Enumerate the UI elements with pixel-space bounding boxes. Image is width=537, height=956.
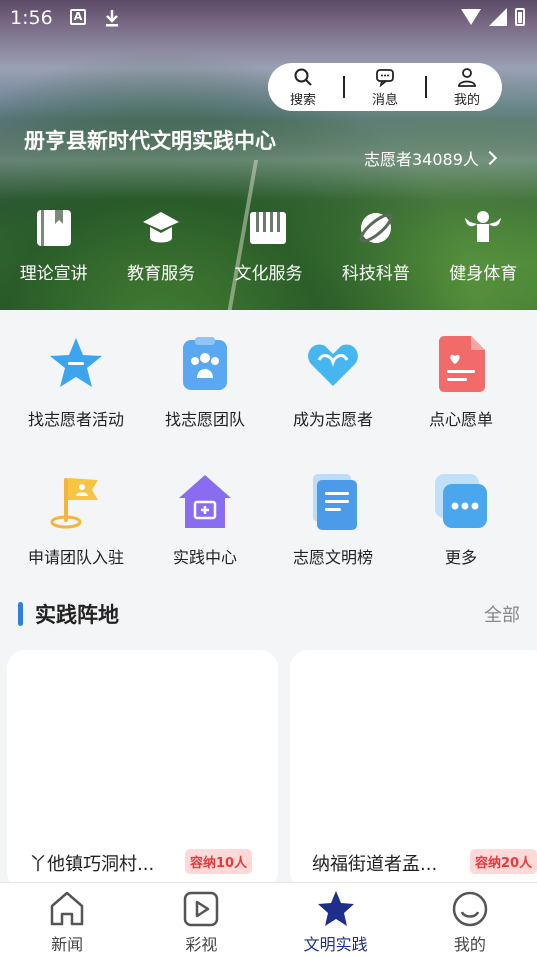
heart-icon — [303, 334, 363, 394]
a-notification-icon: A — [70, 9, 86, 25]
nav-mine[interactable]: 我的 — [403, 883, 537, 956]
category-label: 健身体育 — [449, 264, 518, 284]
top-toolbox: 搜索 消息 我的 — [268, 63, 502, 111]
nav-civilization-practice[interactable]: 文明实践 — [269, 883, 403, 956]
page-title: 册亨县新时代文明实践中心 — [24, 129, 276, 153]
practice-site-card[interactable]: 丫他镇巧洞村... 容纳10人 — [7, 650, 278, 890]
star-icon — [46, 334, 106, 394]
battery-icon — [515, 8, 525, 26]
play-icon — [181, 889, 221, 929]
flag-icon — [46, 472, 106, 532]
planet-icon — [356, 208, 396, 248]
bottom-navigation: 新闻 彩视 文明实践 我的 — [0, 882, 537, 956]
star-icon — [316, 889, 356, 929]
grid-practice-center[interactable]: 实践中心 — [138, 472, 272, 568]
wifi-icon — [461, 9, 481, 25]
grid-label: 找志愿团队 — [164, 410, 245, 429]
grid-more[interactable]: 更多 — [394, 472, 528, 568]
home-icon — [47, 889, 87, 929]
nav-label: 文明实践 — [303, 935, 368, 954]
volunteer-count: 志愿者34089人 — [364, 150, 479, 169]
user-icon — [458, 67, 476, 87]
messages-label: 消息 — [371, 92, 398, 108]
nav-label: 我的 — [453, 935, 486, 954]
capacity-badge: 容纳10人 — [185, 849, 253, 874]
mine-label: 我的 — [453, 92, 480, 108]
category-science[interactable]: 科技科普 — [322, 208, 429, 284]
cellular-signal-icon — [489, 8, 507, 26]
category-label: 科技科普 — [341, 264, 410, 284]
grid-label: 点心愿单 — [428, 410, 493, 429]
list-document-icon — [303, 472, 363, 532]
grid-label: 更多 — [444, 548, 477, 567]
status-bar: 1:56 A — [0, 0, 537, 34]
site-name: 丫他镇巧洞村... — [29, 854, 155, 875]
piano-icon — [248, 208, 288, 248]
grid-label: 找志愿者活动 — [27, 410, 124, 429]
grid-find-team[interactable]: 找志愿团队 — [138, 334, 272, 430]
status-time: 1:56 — [10, 7, 53, 29]
section-accent-bar — [18, 602, 23, 626]
nav-label: 新闻 — [51, 935, 84, 954]
muscle-icon — [463, 208, 503, 248]
house-icon — [175, 472, 235, 532]
grid-apply-team[interactable]: 申请团队入驻 — [9, 472, 143, 568]
grid-label: 申请团队入驻 — [27, 548, 124, 567]
nav-news[interactable]: 新闻 — [0, 883, 134, 956]
hero-category-row: 理论宣讲 教育服务 文化服务 科技科普 健身体育 — [0, 208, 537, 284]
download-icon — [104, 9, 120, 27]
wish-document-icon — [431, 334, 491, 394]
nav-label: 彩视 — [185, 935, 218, 954]
more-icon — [431, 472, 491, 532]
search-icon — [294, 68, 312, 86]
toolbox-divider — [425, 76, 427, 98]
section-title: 实践阵地 — [35, 603, 119, 627]
section-header: 实践阵地 全部 — [18, 598, 520, 630]
grid-find-activity[interactable]: 找志愿者活动 — [9, 334, 143, 430]
search-button[interactable]: 搜索 — [273, 67, 333, 108]
hero-banner: 1:56 A 搜索 消息 我的 册亨县新时代文明实践中心 志愿者34089人 理… — [0, 0, 537, 310]
category-theory[interactable]: 理论宣讲 — [0, 208, 107, 284]
search-label: 搜索 — [289, 92, 316, 108]
profile-icon — [450, 889, 490, 929]
volunteer-count-link[interactable]: 志愿者34089人 — [364, 146, 497, 170]
category-label: 理论宣讲 — [19, 264, 88, 284]
practice-site-card[interactable]: 纳福街道者孟... 容纳20人 — [290, 650, 537, 890]
category-label: 文化服务 — [234, 264, 303, 284]
mine-button[interactable]: 我的 — [437, 67, 497, 108]
capacity-badge: 容纳20人 — [470, 849, 537, 874]
grid-wish-list[interactable]: 点心愿单 — [394, 334, 528, 430]
messages-button[interactable]: 消息 — [355, 67, 415, 108]
team-clipboard-icon — [175, 334, 235, 394]
chevron-right-icon — [482, 150, 497, 166]
site-name: 纳福街道者孟... — [312, 854, 438, 875]
grid-label: 志愿文明榜 — [292, 548, 373, 567]
book-icon — [34, 208, 74, 248]
grid-become-volunteer[interactable]: 成为志愿者 — [266, 334, 400, 430]
grid-label: 实践中心 — [172, 548, 237, 567]
message-icon — [376, 68, 394, 87]
grid-civilization-list[interactable]: 志愿文明榜 — [266, 472, 400, 568]
category-culture[interactable]: 文化服务 — [215, 208, 322, 284]
graduation-cap-icon — [141, 208, 181, 248]
nav-video[interactable]: 彩视 — [134, 883, 268, 956]
category-fitness[interactable]: 健身体育 — [430, 208, 537, 284]
category-label: 教育服务 — [127, 264, 196, 284]
category-education[interactable]: 教育服务 — [107, 208, 214, 284]
toolbox-divider — [343, 76, 345, 98]
view-all-link[interactable]: 全部 — [484, 601, 520, 627]
grid-label: 成为志愿者 — [292, 410, 373, 429]
